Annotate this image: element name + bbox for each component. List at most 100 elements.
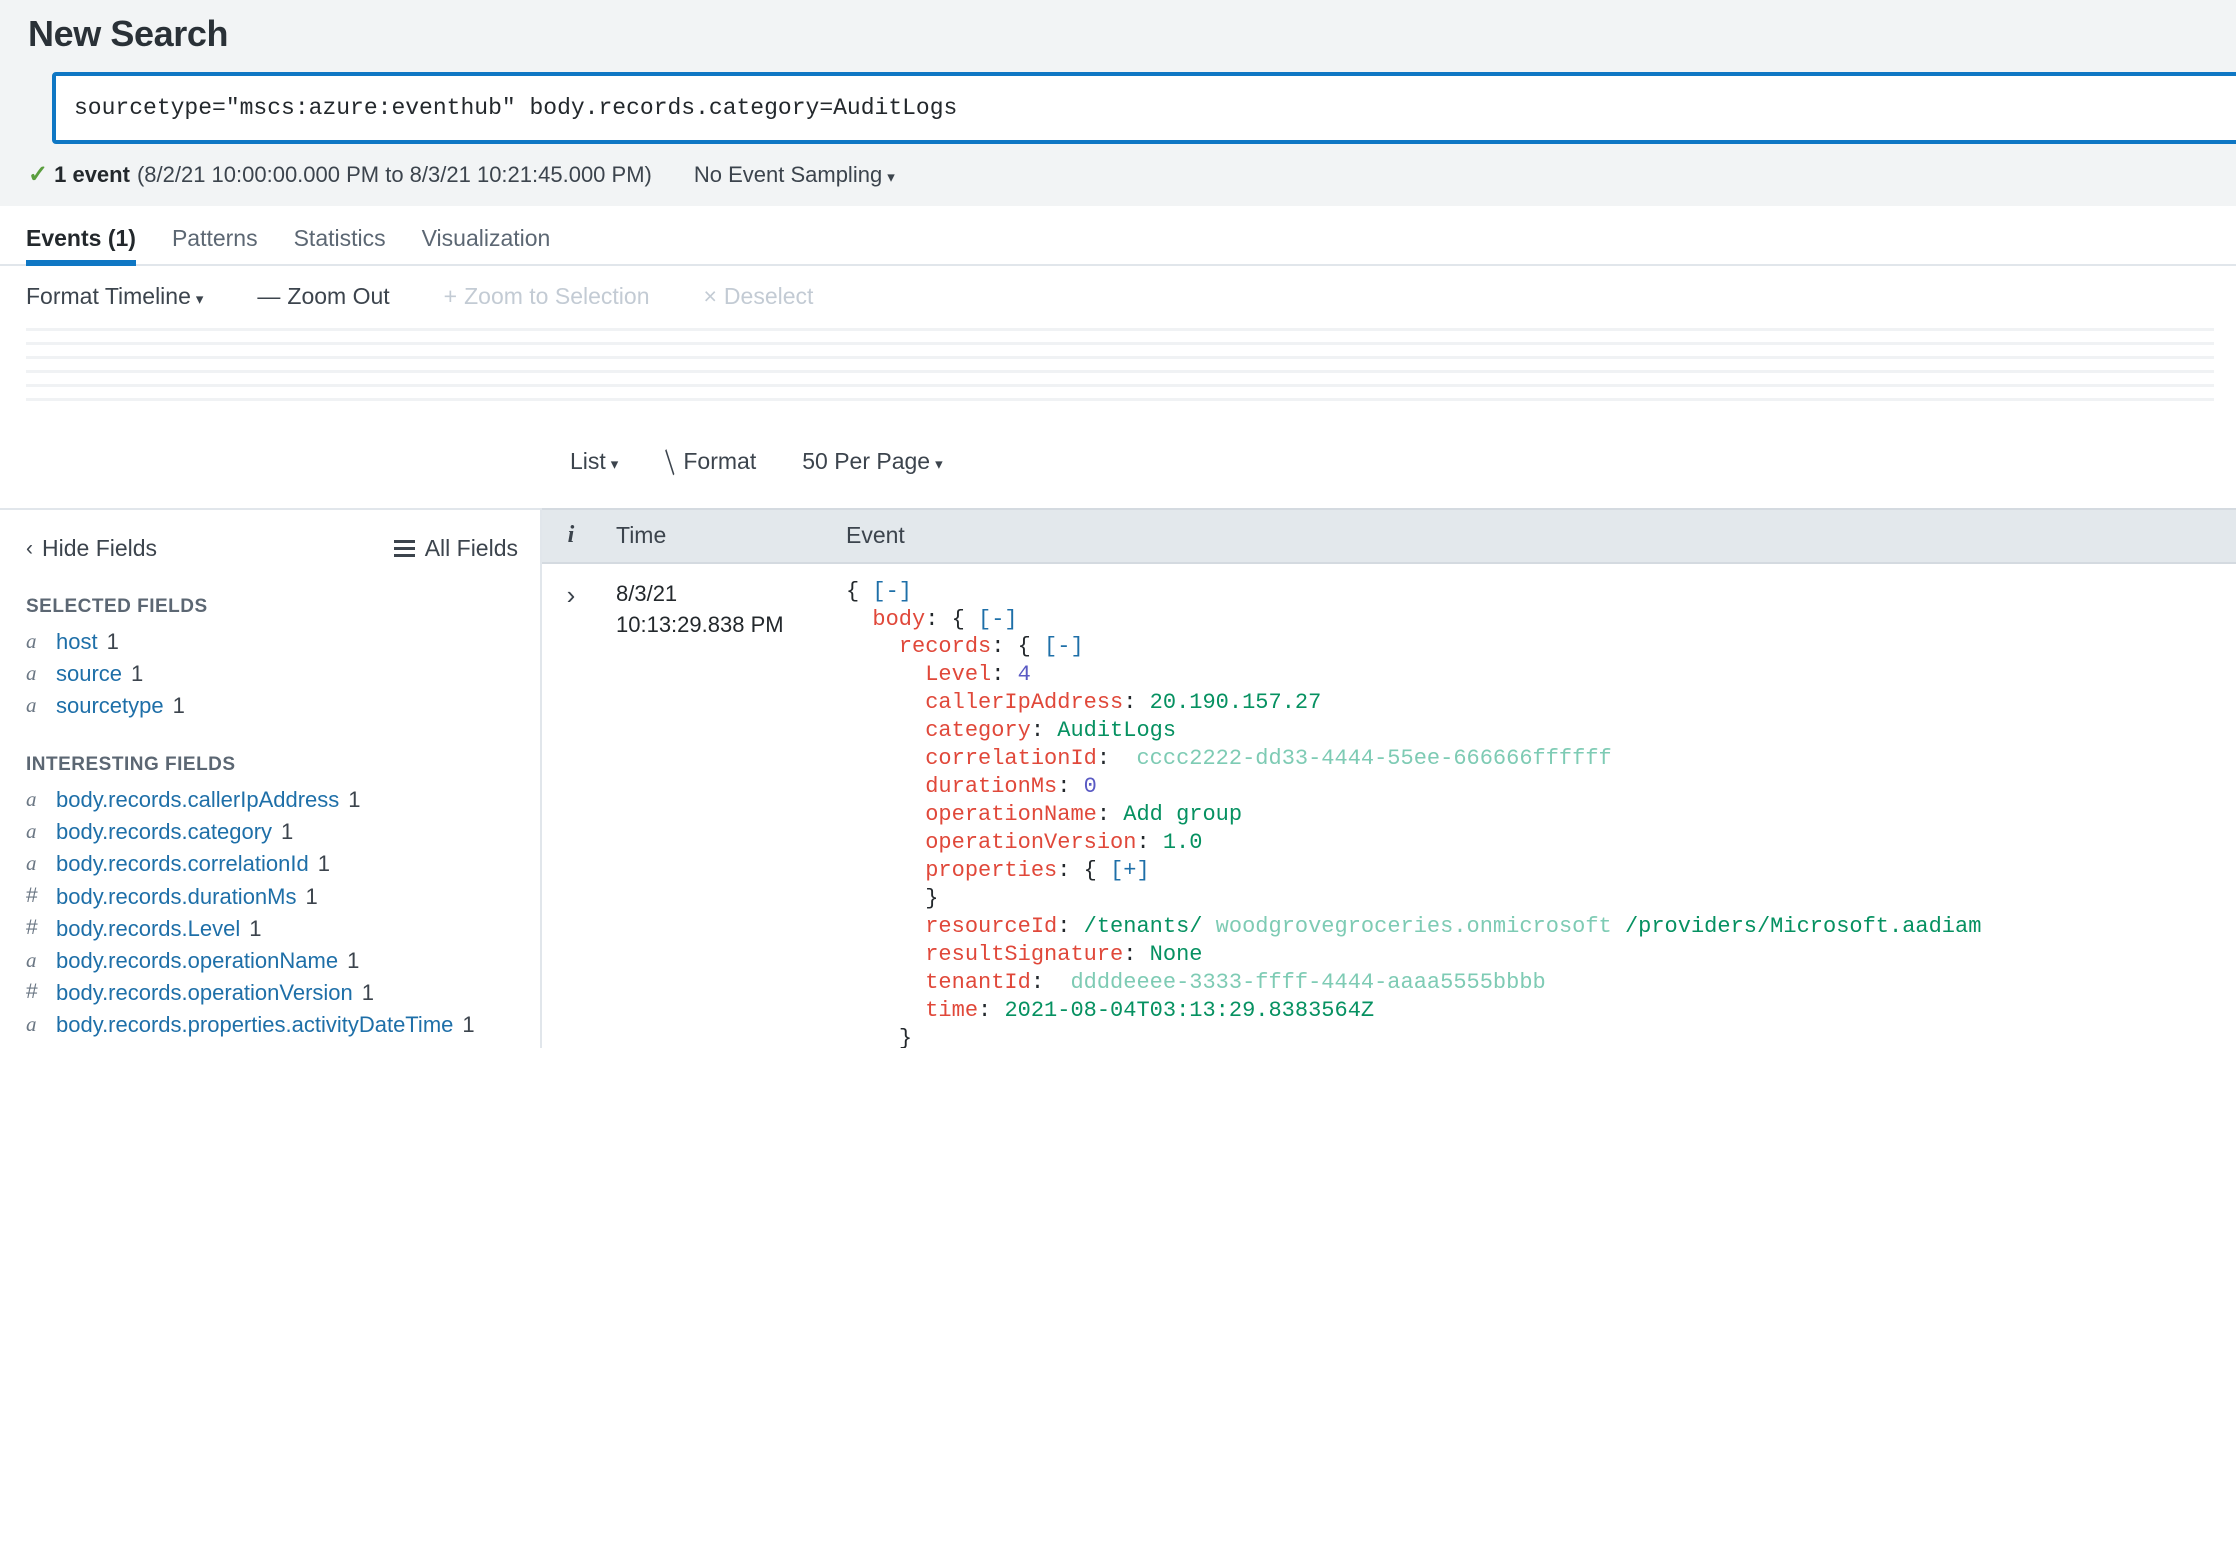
hide-fields-label: Hide Fields [42, 535, 158, 562]
field-value-count: 1 [106, 628, 119, 654]
zoom-out-label: Zoom Out [287, 283, 390, 310]
field-value-count: 1 [249, 915, 262, 941]
event-time: 10:13:29.838 PM [616, 612, 784, 638]
field-name: body.records.callerIpAddress [56, 787, 340, 813]
field-name-and-count: sourcetype 1 [56, 692, 185, 720]
json-punctuation: : [1136, 830, 1163, 856]
json-key: time [925, 997, 979, 1023]
field-item-body-records-calleripaddress[interactable]: a body.records.callerIpAddress 1 [26, 786, 518, 814]
format-timeline-label: Format Timeline [26, 283, 191, 310]
json-punctuation: : [1057, 913, 1084, 939]
field-name: body.records.category [56, 819, 273, 845]
json-line: time: 2021-08-04T03:13:29.8383564Z [846, 997, 2236, 1025]
format-timeline-dropdown[interactable]: Format Timeline ▾ [26, 283, 203, 310]
format-label: Format [683, 448, 757, 475]
column-header-info: i [567, 522, 575, 549]
json-punctuation: : [1123, 690, 1150, 716]
json-punctuation: : [1030, 718, 1058, 744]
field-name-and-count: body.records.correlationId 1 [56, 850, 330, 878]
json-line: records: { [-] [846, 633, 2236, 661]
column-header-event[interactable]: Event [820, 522, 2236, 549]
field-value-count: 1 [499, 1044, 511, 1047]
field-value-count: 1 [361, 980, 375, 1005]
json-value-highlighted[interactable]: woodgrovegroceries.onmicrosoft [1202, 914, 1624, 939]
table-row: › 8/3/21 10:13:29.838 PM { [-] body: { [… [542, 564, 2236, 1048]
tab-events[interactable]: Events (1) [26, 226, 154, 266]
number-field-icon: # [26, 915, 38, 939]
string-field-icon: a [26, 947, 37, 972]
zoom-out-button[interactable]: — Zoom Out [257, 283, 389, 310]
hide-fields-button[interactable]: ‹ Hide Fields [26, 535, 157, 562]
all-fields-button[interactable]: All Fields [393, 535, 518, 562]
field-value-count: 1 [172, 692, 185, 718]
field-name: body.records.properties.activityDisplayN… [56, 1044, 490, 1047]
column-header-time[interactable]: Time [600, 522, 820, 549]
pencil-icon: ╱ [658, 450, 683, 475]
field-item-body-records-level[interactable]: # body.records.Level 1 [26, 915, 518, 943]
json-punctuation: : [1096, 802, 1124, 828]
json-expand-toggle[interactable]: [-] [1044, 634, 1084, 659]
json-key: operationVersion [925, 830, 1137, 856]
view-mode-dropdown[interactable]: List ▾ [570, 448, 618, 475]
json-key: tenantId [925, 969, 1031, 995]
fields-sidebar: ‹ Hide Fields All Fields SELECTED FIELDS … [0, 507, 540, 1048]
event-sampling-dropdown[interactable]: No Event Sampling ▾ [694, 162, 895, 188]
json-punctuation: : { [991, 634, 1045, 660]
field-item-body-records-correlationid[interactable]: a body.records.correlationId 1 [26, 850, 518, 878]
json-value-highlighted[interactable]: cccc2222-dd33-4444-55ee-666666ffffff [1123, 746, 1611, 771]
search-input[interactable] [52, 71, 2236, 144]
field-value-count: 1 [317, 851, 330, 877]
plus-icon: + [443, 283, 458, 310]
format-button[interactable]: ╱Format [659, 448, 757, 475]
tab-statistics[interactable]: Statistics [276, 226, 404, 264]
interesting-fields-list: a body.records.callerIpAddress 1 a body.reco… [26, 786, 518, 1048]
json-line: body: { [-] [846, 606, 2236, 634]
field-name-and-count: body.records.properties.activityDateTime… [56, 1011, 475, 1039]
per-page-dropdown[interactable]: 50 Per Page ▾ [802, 448, 942, 475]
json-value: /providers/Microsoft.aadiam [1624, 913, 1982, 939]
string-field-icon: a [26, 660, 37, 685]
success-check-icon: ✓ [28, 161, 49, 189]
tab-patterns[interactable]: Patterns [154, 226, 276, 264]
string-field-icon: a [26, 819, 37, 844]
json-key: Level [925, 662, 992, 688]
string-field-icon: a [26, 628, 37, 653]
json-value: 1.0 [1162, 830, 1203, 856]
json-punctuation: } [898, 1025, 913, 1048]
field-item-body-records-durationms[interactable]: # body.records.durationMs 1 [26, 883, 518, 911]
field-name-and-count: body.records.category 1 [56, 818, 293, 846]
json-punctuation: : { [1057, 857, 1111, 883]
field-name: body.records.correlationId [56, 851, 309, 877]
json-punctuation: { [846, 578, 873, 604]
string-field-icon: a [26, 1012, 37, 1037]
results-tab-bar: Events (1) Patterns Statistics Visualiza… [0, 205, 2236, 266]
field-name-and-count: body.records.callerIpAddress 1 [56, 786, 361, 814]
field-item-body-records-properties-activitydisplayname[interactable]: abody.records.properties.activityDisplay… [26, 1043, 518, 1047]
field-item-host[interactable]: a host 1 [26, 628, 518, 656]
tab-visualization[interactable]: Visualization [404, 226, 569, 264]
fields-sidebar-header: ‹ Hide Fields All Fields [26, 510, 518, 588]
json-line: operationName: Add group [846, 801, 2236, 829]
field-item-body-records-operationname[interactable]: a body.records.operationName 1 [26, 947, 518, 975]
expand-row-icon[interactable]: › [542, 578, 600, 1048]
json-punctuation: : [1057, 774, 1084, 800]
field-item-source[interactable]: a source 1 [26, 660, 518, 688]
field-item-body-records-category[interactable]: a body.records.category 1 [26, 818, 518, 846]
json-expand-toggle[interactable]: [-] [978, 607, 1018, 632]
event-sampling-label: No Event Sampling [693, 161, 883, 187]
json-expand-toggle[interactable]: [+] [1110, 858, 1150, 883]
field-item-body-records-operationversion[interactable]: # body.records.operationVersion 1 [26, 979, 518, 1007]
field-value-count: 1 [348, 787, 361, 813]
json-value-highlighted[interactable]: ddddeeee-3333-ffff-4444-aaaa5555bbbb [1057, 970, 1545, 995]
timeline-chart[interactable] [26, 327, 2214, 416]
json-expand-toggle[interactable]: [-] [872, 579, 912, 604]
field-item-sourcetype[interactable]: a sourcetype 1 [26, 692, 518, 720]
field-item-body-records-properties-activitydatetime[interactable]: a body.records.properties.activityDateTim… [26, 1011, 518, 1039]
per-page-label: 50 Per Page [802, 448, 931, 475]
close-icon: × [703, 283, 717, 310]
